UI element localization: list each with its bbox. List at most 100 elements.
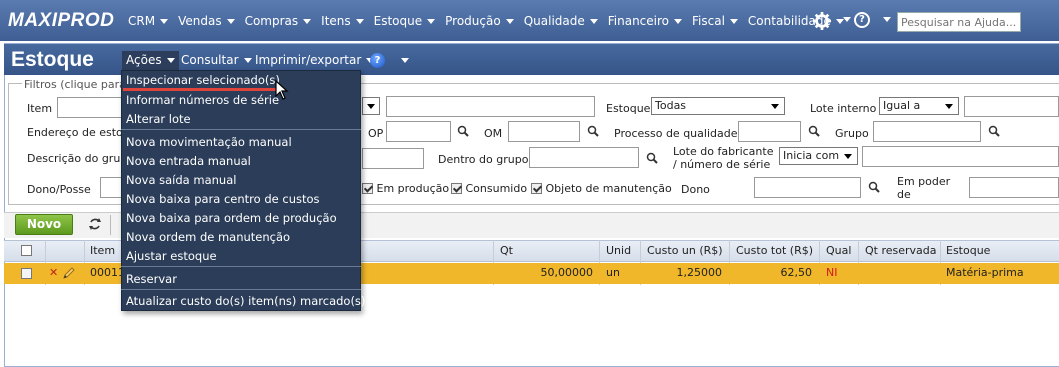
- chevron-down-icon: [729, 18, 738, 24]
- nav-estoque[interactable]: Estoque: [374, 13, 436, 29]
- nav-vendas[interactable]: Vendas: [178, 13, 235, 29]
- em-producao-checkbox[interactable]: Em produção: [362, 182, 449, 195]
- col-header-custo-tot[interactable]: Custo tot (R$): [736, 244, 813, 257]
- item-select[interactable]: [362, 97, 380, 115]
- dono-input[interactable]: [754, 177, 861, 198]
- menu-item-nova-entrada[interactable]: Nova entrada manual: [126, 154, 251, 168]
- lote-interno-select-value: Igual a: [883, 99, 921, 112]
- lote-fabricante-input[interactable]: [862, 146, 1059, 167]
- consumido-label: Consumido: [465, 182, 528, 195]
- help-caret-icon[interactable]: [883, 17, 891, 22]
- menu-item-ajustar-estoque[interactable]: Ajustar estoque: [126, 249, 217, 263]
- checkbox-checked[interactable]: [451, 183, 462, 194]
- help-icon[interactable]: ?: [854, 12, 870, 28]
- app-logo[interactable]: MAXIPROD: [8, 10, 114, 32]
- chevron-down-icon: [427, 18, 436, 24]
- nav-qualidade[interactable]: Qualidade: [524, 13, 598, 29]
- item-description-input[interactable]: [386, 96, 595, 117]
- menu-item-alterar-lote[interactable]: Alterar lote: [126, 112, 191, 126]
- menu-item-informar-serie[interactable]: Informar números de série: [126, 93, 279, 107]
- select-all-checkbox[interactable]: [21, 245, 32, 256]
- delete-icon[interactable]: ✕: [49, 266, 58, 279]
- nav-compras[interactable]: Compras: [245, 13, 312, 29]
- om-input[interactable]: [508, 121, 580, 142]
- menu-item-nova-saida[interactable]: Nova saída manual: [126, 173, 236, 187]
- nav-fiscal-label: Fiscal: [692, 14, 725, 28]
- menu-item-nova-movimentacao[interactable]: Nova movimentação manual: [126, 135, 292, 149]
- chevron-down-icon: [589, 18, 598, 24]
- lote-fabricante-select[interactable]: Inicia com: [779, 147, 858, 165]
- settings-caret-icon[interactable]: [843, 17, 851, 22]
- processo-label: Processo de qualidade: [614, 127, 738, 140]
- lote-interno-label: Lote interno: [810, 102, 877, 115]
- col-header-estoque[interactable]: Estoque: [946, 244, 990, 257]
- menu-item-baixa-centro-custos[interactable]: Nova baixa para centro de custos: [126, 192, 320, 206]
- chevron-down-icon: [303, 18, 312, 24]
- menu-item-baixa-ordem-producao[interactable]: Nova baixa para ordem de produção: [126, 211, 337, 225]
- search-icon[interactable]: [808, 125, 820, 137]
- row-checkbox[interactable]: [21, 268, 32, 279]
- op-label: OP: [368, 127, 384, 140]
- nav-producao[interactable]: Produção: [445, 13, 514, 29]
- checkbox-checked[interactable]: [531, 183, 542, 194]
- menu-acoes[interactable]: Ações: [122, 51, 179, 70]
- dentro-grupo-input[interactable]: [529, 147, 639, 168]
- nav-fiscal[interactable]: Fiscal: [692, 13, 738, 29]
- help-search-input[interactable]: [897, 12, 1021, 32]
- grupo-input[interactable]: [873, 121, 981, 142]
- chevron-down-icon: [771, 104, 779, 109]
- help-circle-icon[interactable]: ?: [370, 53, 385, 68]
- col-header-qt-reservada[interactable]: Qt reservada: [865, 244, 937, 257]
- menu-item-atualizar-custo[interactable]: Atualizar custo do(s) item(ns) marcado(s…: [126, 294, 365, 308]
- consumido-checkbox[interactable]: Consumido: [451, 182, 527, 195]
- search-icon[interactable]: [646, 152, 658, 164]
- checkbox-checked[interactable]: [362, 183, 373, 194]
- lote-interno-select[interactable]: Igual a: [879, 97, 959, 115]
- gear-icon[interactable]: [813, 12, 831, 30]
- refresh-icon[interactable]: [88, 217, 102, 231]
- menu-divider: [121, 289, 361, 290]
- nav-itens-label: Itens: [321, 14, 351, 28]
- menu-consultar-label: Consultar: [181, 53, 239, 67]
- em-poder-label-1: Em poder: [897, 175, 951, 188]
- cell-custo-un: 1,25000: [676, 266, 723, 279]
- processo-input[interactable]: [738, 121, 801, 142]
- col-header-unid[interactable]: Unid: [606, 244, 631, 257]
- menu-item-inspecionar[interactable]: Inspecionar selecionado(s): [126, 73, 280, 87]
- search-icon[interactable]: [587, 125, 599, 137]
- edit-pencil-icon[interactable]: [62, 266, 76, 280]
- col-header-qual[interactable]: Qual: [826, 244, 851, 257]
- grupo-label: Grupo: [835, 127, 869, 140]
- col-header-item[interactable]: Item: [90, 244, 115, 257]
- nav-crm[interactable]: CRM: [128, 13, 169, 29]
- menu-item-reservar[interactable]: Reservar: [126, 272, 177, 286]
- novo-button[interactable]: Novo: [15, 214, 73, 235]
- item-input[interactable]: [57, 97, 127, 118]
- search-icon[interactable]: [988, 125, 1000, 137]
- nav-financeiro[interactable]: Financeiro: [608, 13, 683, 29]
- descricao-grupo-input[interactable]: [362, 148, 424, 169]
- em-poder-label-2: de: [897, 188, 911, 201]
- search-icon[interactable]: [457, 125, 469, 137]
- estoque-select[interactable]: Todas: [651, 97, 785, 115]
- menu-item-nova-ordem-manutencao[interactable]: Nova ordem de manutenção: [126, 230, 290, 244]
- chevron-down-icon: [945, 104, 953, 109]
- op-input[interactable]: [386, 121, 451, 142]
- objeto-manutencao-checkbox[interactable]: Objeto de manutenção: [531, 182, 672, 195]
- menu-imprimir-exportar[interactable]: Imprimir/exportar: [255, 53, 375, 67]
- menu-consultar[interactable]: Consultar: [181, 53, 252, 67]
- chevron-down-icon: [166, 58, 175, 63]
- lote-interno-input[interactable]: [964, 96, 1059, 117]
- col-header-qt[interactable]: Qt: [500, 244, 513, 257]
- menu-divider: [121, 266, 361, 267]
- help-menu-caret-icon[interactable]: [401, 58, 409, 63]
- nav-itens[interactable]: Itens: [321, 13, 364, 29]
- lote-fabricante-select-value: Inicia com: [783, 149, 840, 162]
- em-producao-label: Em produção: [376, 182, 450, 195]
- chevron-down-icon: [844, 154, 852, 159]
- col-header-custo-un[interactable]: Custo un (R$): [647, 244, 723, 257]
- cell-qual: NI: [826, 266, 838, 279]
- search-icon[interactable]: [868, 181, 880, 193]
- filters-legend[interactable]: Filtros (clique para: [22, 78, 128, 91]
- em-poder-input[interactable]: [969, 177, 1059, 198]
